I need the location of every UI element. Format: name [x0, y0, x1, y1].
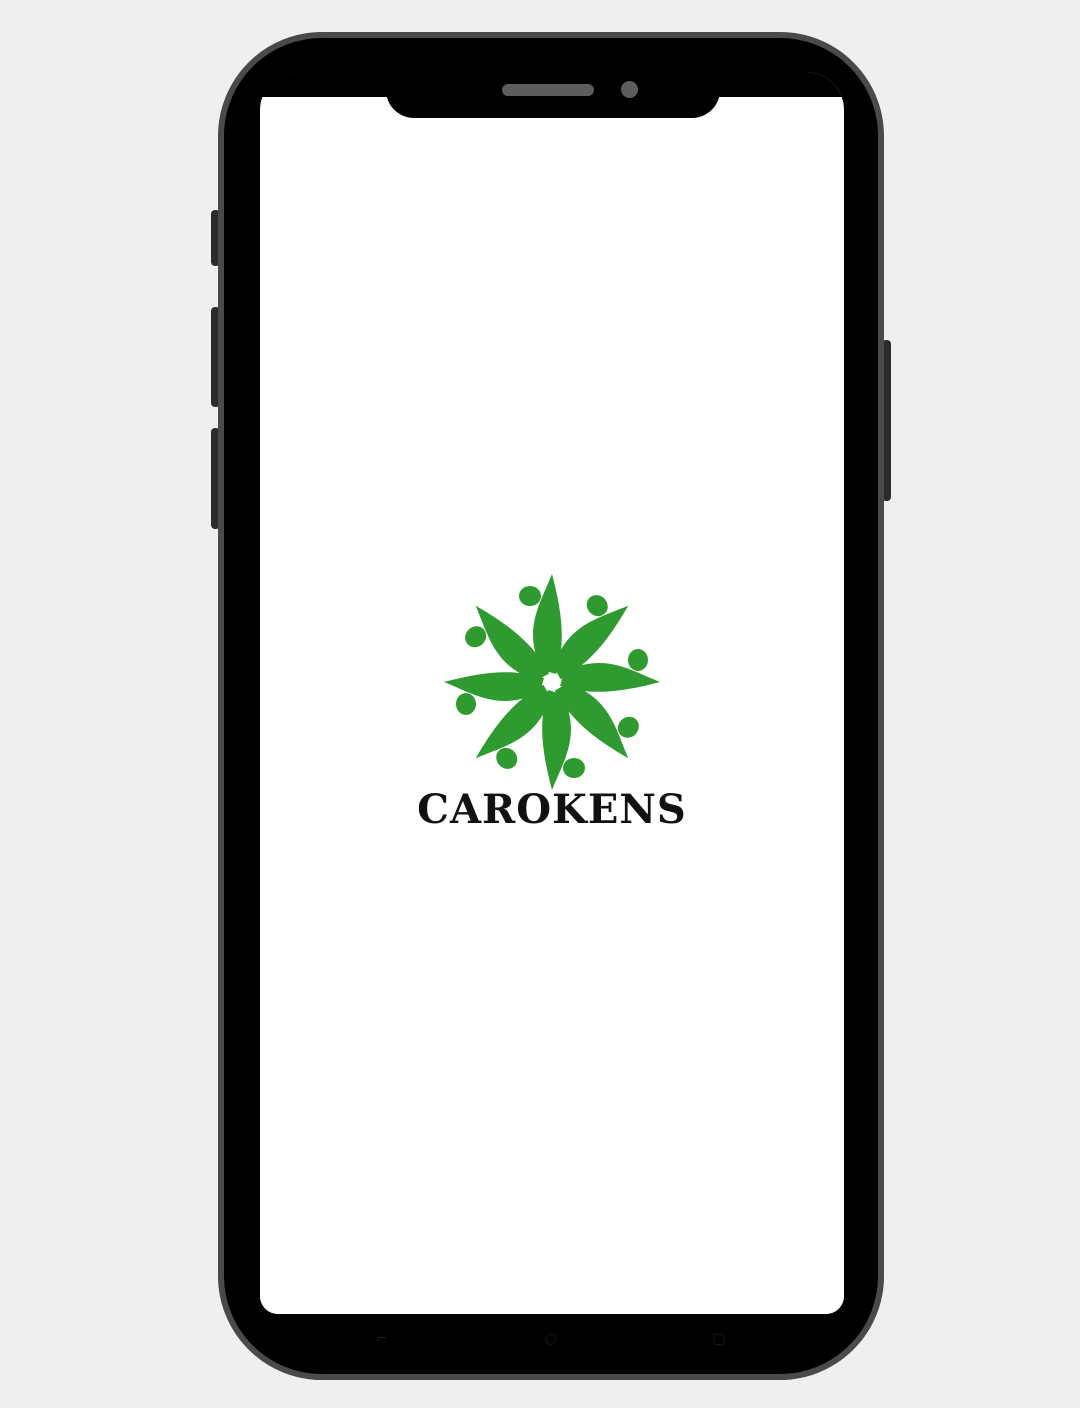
logo-person-head: [628, 649, 648, 671]
logo-person-head: [563, 758, 585, 778]
recent-apps-icon[interactable]: ▢: [708, 1332, 730, 1346]
front-camera-icon: [621, 81, 638, 98]
home-icon[interactable]: ○: [540, 1332, 562, 1346]
brand-name: CAROKENS: [417, 786, 687, 833]
brand-logo: [440, 572, 664, 792]
speaker-grille: [502, 84, 594, 96]
green-people-pinwheel-logo-icon: [444, 574, 660, 790]
back-icon[interactable]: ⌐: [371, 1332, 393, 1346]
mockup-stage: ⌐ ○ ▢ CAROKENS: [0, 0, 1080, 1408]
logo-person-head: [519, 586, 541, 606]
logo-person-head: [456, 693, 476, 715]
